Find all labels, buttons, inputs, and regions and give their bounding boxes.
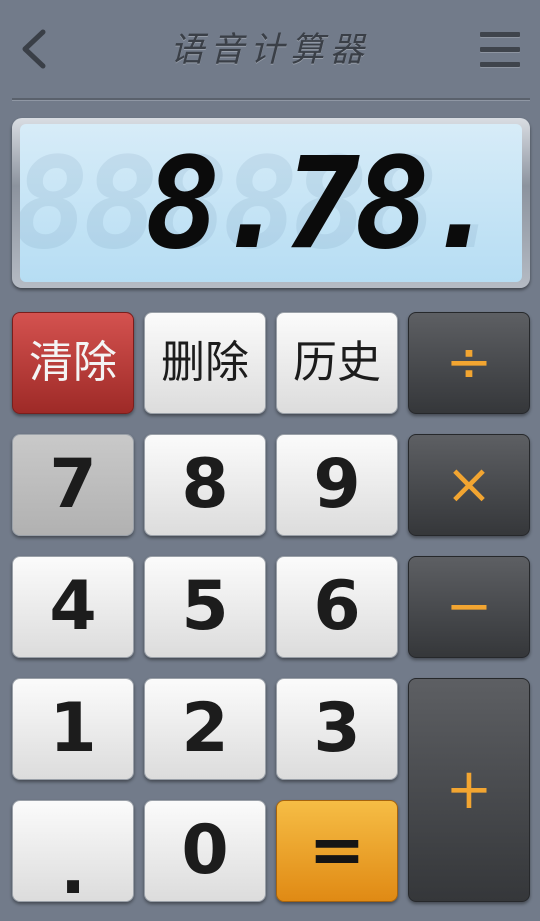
equals-label: = [308, 811, 366, 890]
display-value: 8.78. [144, 130, 500, 277]
menu-button[interactable] [476, 30, 524, 70]
decimal-point-label: . [60, 831, 86, 910]
digit-3-label: 3 [313, 689, 361, 768]
digit-2-button[interactable]: 2 [144, 678, 266, 780]
calculator-display: 88888888. 8.78. [12, 118, 530, 288]
digit-2-label: 2 [181, 689, 229, 768]
digit-4-button[interactable]: 4 [12, 556, 134, 658]
clear-button[interactable]: 清除 [12, 312, 134, 414]
digit-9-label: 9 [313, 445, 361, 524]
divide-button[interactable]: ÷ [408, 312, 530, 414]
digit-6-label: 6 [313, 567, 361, 646]
lcd-screen: 88888888. 8.78. [20, 124, 522, 282]
digit-8-button[interactable]: 8 [144, 434, 266, 536]
digit-4-label: 4 [49, 567, 97, 646]
plus-button[interactable]: + [408, 678, 530, 902]
delete-button[interactable]: 删除 [144, 312, 266, 414]
plus-label: + [445, 757, 493, 822]
equals-button[interactable]: = [276, 800, 398, 902]
digit-1-button[interactable]: 1 [12, 678, 134, 780]
digit-8-label: 8 [181, 445, 229, 524]
decimal-point-button[interactable]: . [12, 800, 134, 910]
page-title: 语音计算器 [170, 30, 370, 70]
digit-5-label: 5 [181, 567, 229, 646]
history-button[interactable]: 历史 [276, 312, 398, 414]
header-divider [12, 98, 530, 101]
digit-0-label: 0 [181, 811, 229, 890]
minus-label: − [445, 574, 493, 639]
clear-label: 清除 [29, 337, 117, 388]
divide-label: ÷ [445, 330, 493, 395]
digit-1-label: 1 [49, 689, 97, 768]
multiply-button[interactable]: × [408, 434, 530, 536]
digit-7-button[interactable]: 7 [12, 434, 134, 536]
minus-button[interactable]: − [408, 556, 530, 658]
delete-label: 删除 [161, 337, 249, 388]
multiply-label: × [445, 452, 493, 517]
digit-0-button[interactable]: 0 [144, 800, 266, 902]
digit-6-button[interactable]: 6 [276, 556, 398, 658]
digit-7-label: 7 [49, 445, 97, 524]
history-label: 历史 [293, 337, 381, 388]
digit-9-button[interactable]: 9 [276, 434, 398, 536]
digit-3-button[interactable]: 3 [276, 678, 398, 780]
app-header: 语音计算器 [0, 0, 540, 98]
digit-5-button[interactable]: 5 [144, 556, 266, 658]
